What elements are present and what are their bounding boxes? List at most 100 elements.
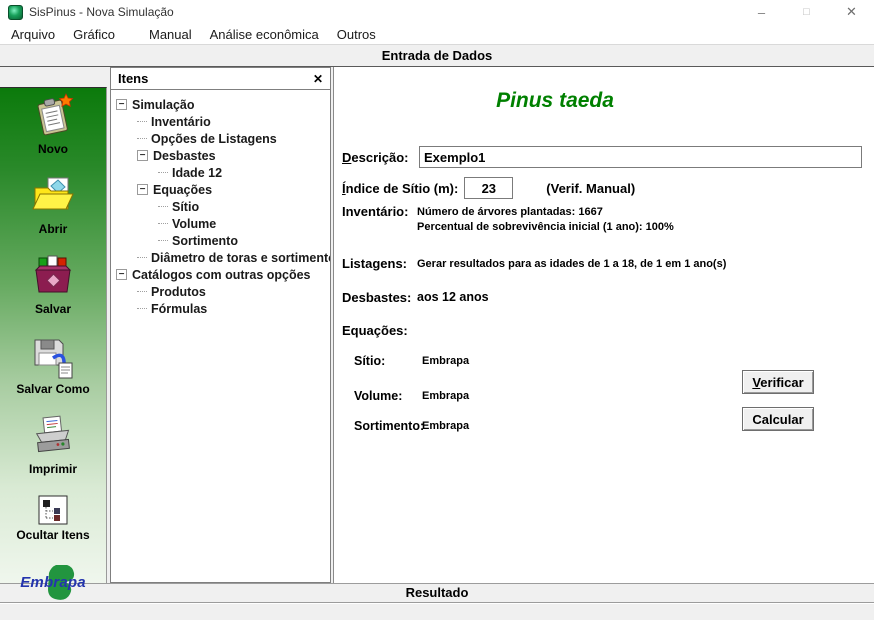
inventario-line-sobrevivencia: Percentual de sobrevivência inicial (1 a… — [417, 220, 674, 235]
tree-item-label: Diâmetro de toras e sortimento — [151, 251, 330, 265]
verif-manual-note: (Verif. Manual) — [546, 181, 635, 196]
sidebar-item-label: Abrir — [39, 222, 68, 236]
status-bar — [0, 603, 874, 620]
tree-item-label: Sortimento — [172, 234, 238, 248]
equacao-volume-row: Volume: Embrapa — [354, 389, 469, 403]
tree-connector — [158, 172, 168, 173]
listagens-row: Listagens: Gerar resultados para as idad… — [342, 256, 726, 272]
tree-item-8[interactable]: Sortimento — [111, 232, 330, 249]
desbastes-label: Desbastes: — [342, 290, 417, 305]
menu-manual[interactable]: Manual — [140, 27, 201, 42]
maximize-button[interactable]: □ — [784, 0, 829, 24]
equacao-sortimento-row: Sortimento: Embrapa — [354, 419, 469, 433]
inventario-line-arvores: Número de árvores plantadas: 1667 — [417, 205, 674, 220]
tree-connector — [137, 308, 147, 309]
embrapa-logo: Embrapa — [8, 565, 98, 601]
menu-analise-economica[interactable]: Análise econômica — [201, 27, 328, 42]
sidebar-item-salvar-como[interactable]: Salvar Como — [16, 333, 89, 396]
tree-item-label: Inventário — [151, 115, 211, 129]
itens-tree-panel: Itens ✕ −SimulaçãoInventárioOpções de Li… — [110, 67, 331, 583]
new-simulation-icon — [30, 93, 76, 139]
equacao-sortimento-value: Embrapa — [422, 419, 469, 433]
sidebar-item-ocultar-itens[interactable]: Ocultar Itens — [16, 493, 89, 542]
collapse-minus-icon[interactable]: − — [137, 184, 148, 195]
desbastes-value: aos 12 anos — [417, 290, 489, 305]
window-title: SisPinus - Nova Simulação — [29, 5, 174, 19]
sidebar-item-label: Imprimir — [29, 462, 77, 476]
equacao-sortimento-label: Sortimento: — [354, 419, 422, 433]
window-controls: – □ ✕ — [739, 0, 874, 24]
menu-grafico[interactable]: Gráfico — [64, 27, 124, 42]
equacao-sitio-value: Embrapa — [422, 354, 469, 368]
tree-item-label: Sítio — [172, 200, 199, 214]
tree-item-9[interactable]: Diâmetro de toras e sortimento — [111, 249, 330, 266]
title-bar: SisPinus - Nova Simulação – □ ✕ — [0, 0, 874, 24]
inventario-label: Inventário: — [342, 204, 417, 219]
hide-items-tree-icon — [38, 493, 68, 525]
sidebar-item-label: Ocultar Itens — [16, 528, 89, 542]
print-icon — [30, 413, 76, 459]
sidebar-item-abrir[interactable]: Abrir — [30, 173, 76, 236]
tree-item-3[interactable]: −Desbastes — [111, 147, 330, 164]
indice-sitio-label: Índice de Sítio (m): — [342, 181, 458, 196]
tree-item-0[interactable]: −Simulação — [111, 96, 330, 113]
tree-item-4[interactable]: Idade 12 — [111, 164, 330, 181]
save-icon — [30, 253, 76, 299]
sidebar-item-label: Salvar — [35, 302, 71, 316]
descricao-label: Descrição: — [342, 150, 419, 165]
tree-item-label: Equações — [153, 183, 212, 197]
tree-item-5[interactable]: −Equações — [111, 181, 330, 198]
content-area: Novo Abrir — [0, 67, 874, 583]
tree-connector — [137, 121, 147, 122]
entrada-de-dados-header: Entrada de Dados — [0, 45, 874, 67]
left-spacer — [0, 67, 107, 87]
tree-body: −SimulaçãoInventárioOpções de Listagens−… — [111, 90, 330, 582]
entrada-main-panel: Pinus taeda Descrição: Índice de Sítio (… — [333, 67, 874, 583]
tree-item-2[interactable]: Opções de Listagens — [111, 130, 330, 147]
equacoes-label: Equações: — [342, 323, 408, 338]
menu-arquivo[interactable]: Arquivo — [2, 27, 64, 42]
listagens-value: Gerar resultados para as idades de 1 a 1… — [417, 256, 726, 272]
tree-connector — [158, 206, 168, 207]
minimize-button[interactable]: – — [739, 0, 784, 24]
sidebar-item-novo[interactable]: Novo — [30, 93, 76, 156]
tree-connector — [158, 223, 168, 224]
tree-item-label: Desbastes — [153, 149, 216, 163]
tree-connector — [137, 257, 147, 258]
tree-item-label: Produtos — [151, 285, 206, 299]
menu-bar: Arquivo Gráfico Manual Análise econômica… — [0, 24, 874, 45]
tree-item-12[interactable]: Fórmulas — [111, 300, 330, 317]
menu-outros[interactable]: Outros — [328, 27, 385, 42]
collapse-minus-icon[interactable]: − — [116, 99, 127, 110]
tree-item-6[interactable]: Sítio — [111, 198, 330, 215]
calcular-button[interactable]: Calcular — [742, 407, 814, 431]
tree-item-1[interactable]: Inventário — [111, 113, 330, 130]
close-itens-panel-icon[interactable]: ✕ — [313, 72, 323, 86]
tree-item-7[interactable]: Volume — [111, 215, 330, 232]
tree-connector — [137, 291, 147, 292]
tree-connector — [137, 138, 147, 139]
save-as-icon — [30, 333, 76, 379]
app-icon — [8, 5, 23, 20]
desbastes-row: Desbastes: aos 12 anos — [342, 290, 489, 305]
species-title: Pinus taeda — [334, 89, 776, 113]
sidebar-item-label: Novo — [38, 142, 68, 156]
tree-item-10[interactable]: −Catálogos com outras opções — [111, 266, 330, 283]
close-button[interactable]: ✕ — [829, 0, 874, 24]
indice-sitio-input[interactable] — [464, 177, 513, 199]
collapse-minus-icon[interactable]: − — [116, 269, 127, 280]
open-folder-icon — [30, 173, 76, 219]
descricao-input[interactable] — [419, 146, 862, 168]
tree-connector — [158, 240, 168, 241]
indice-sitio-row: Índice de Sítio (m): (Verif. Manual) — [342, 177, 862, 199]
tree-item-11[interactable]: Produtos — [111, 283, 330, 300]
sidebar-item-imprimir[interactable]: Imprimir — [29, 413, 77, 476]
tree-item-label: Idade 12 — [172, 166, 222, 180]
equacao-volume-value: Embrapa — [422, 389, 469, 403]
toolbar-sidebar: Novo Abrir — [0, 87, 107, 601]
resultado-header: Resultado — [0, 583, 874, 603]
equacao-sitio-label: Sítio: — [354, 354, 422, 368]
verificar-button[interactable]: Verificar — [742, 370, 814, 394]
sidebar-item-salvar[interactable]: Salvar — [30, 253, 76, 316]
collapse-minus-icon[interactable]: − — [137, 150, 148, 161]
